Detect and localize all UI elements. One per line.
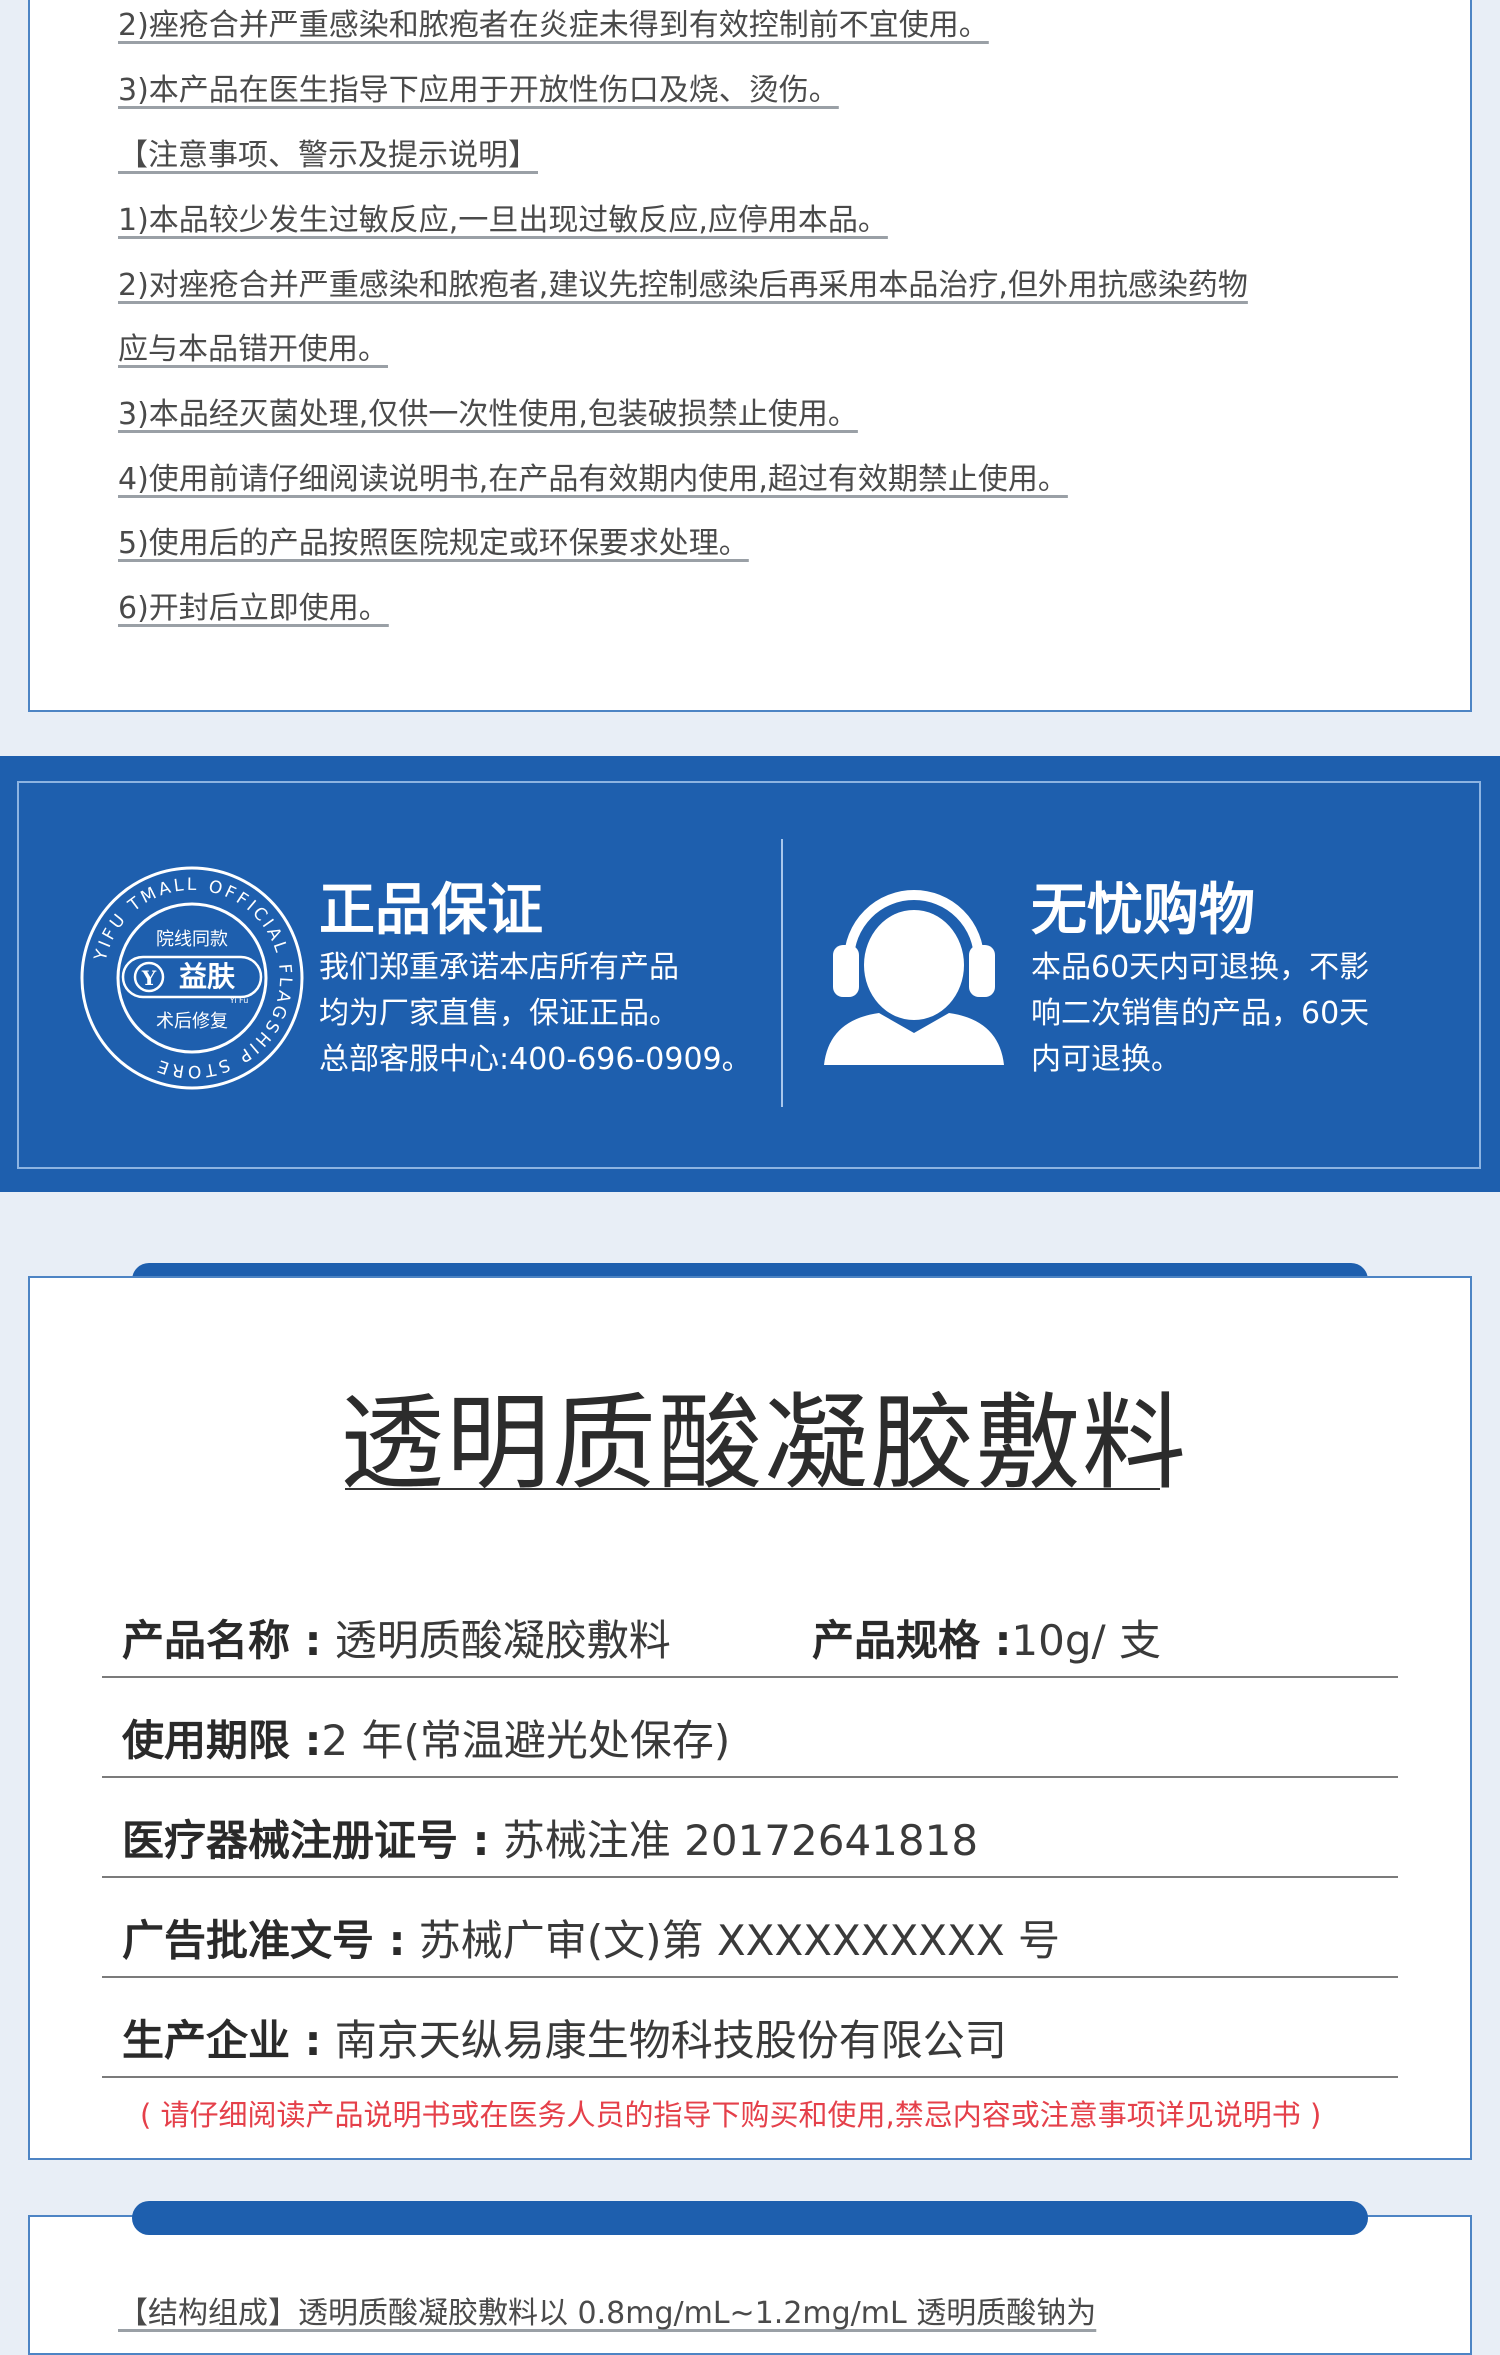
guarantee-title: 正品保证 [319,878,543,943]
spec-value: 苏械广审(文)第 XXXXXXXXXX 号 [405,1916,1060,1965]
spec-row-name: 产品名称 : 透明质酸凝胶敷料 产品规格 :10g/ 支 [102,1598,1398,1678]
product-info-panel: 透明质酸凝胶敷料 产品名称 : 透明质酸凝胶敷料 产品规格 :10g/ 支 使用… [28,1276,1472,2160]
instruction-line: 应与本品错开使用。 [118,332,388,367]
seal-brand-small: Yi Fu [229,996,249,1005]
banner-divider [781,839,783,1107]
instruction-line: 2)痤疮合并严重感染和脓疱者在炎症未得到有效控制前不宜使用。 [118,8,989,43]
seal-top-text: 院线同款 [156,929,228,950]
guarantee-banner: YIFU TMALL OFFICIAL FLAGSHIP STORE 院线同款 … [0,756,1500,1192]
seal-brand: 益肤 [179,960,236,993]
title-underline [345,1488,1160,1490]
spec-label: 使用期限 : [122,1716,322,1765]
carefree-text-line: 响二次销售的产品，60天 [1031,996,1370,1031]
spec-label: 产品规格 : [812,1616,1012,1665]
banner-frame: YIFU TMALL OFFICIAL FLAGSHIP STORE 院线同款 … [17,781,1481,1169]
instruction-heading: 【注意事项、警示及提示说明】 [118,138,538,173]
spec-row-registration: 医疗器械注册证号 : 苏械注准 20172641818 [102,1798,1398,1878]
spec-label: 广告批准文号 : [122,1916,406,1965]
spec-label: 产品名称 : [122,1616,322,1665]
usage-notice: ( 请仔细阅读产品说明书或在医务人员的指导下购买和使用,禁忌内容或注意事项详见说… [140,2098,1322,2132]
flagship-seal-icon: YIFU TMALL OFFICIAL FLAGSHIP STORE 院线同款 … [79,865,305,1091]
spec-row-manufacturer: 生产企业 : 南京天纵易康生物科技股份有限公司 [102,1998,1398,2078]
spec-value: 10g/ 支 [1011,1616,1162,1665]
carefree-text-line: 本品60天内可退换，不影 [1031,950,1370,985]
spec-row-ad-approval: 广告批准文号 : 苏械广审(文)第 XXXXXXXXXX 号 [102,1898,1398,1978]
spec-row-shelf-life: 使用期限 :2 年(常温避光处保存) [102,1698,1398,1778]
svg-text:Y: Y [141,966,157,990]
instructions-panel: 2)痤疮合并严重感染和脓疱者在炎症未得到有效控制前不宜使用。 3)本产品在医生指… [28,0,1472,712]
guarantee-text-line: 总部客服中心:400-696-0909。 [319,1042,752,1077]
structure-panel: 【结构组成】透明质酸凝胶敷料以 0.8mg/mL~1.2mg/mL 透明质酸钠为 [28,2215,1472,2355]
product-title: 透明质酸凝胶敷料 [340,1382,1189,1504]
spec-value: 苏械注准 20172641818 [489,1816,979,1865]
seal-bottom-text: 术后修复 [156,1011,228,1032]
spec-value: 2 年(常温避光处保存) [321,1716,731,1765]
guarantee-text-line: 均为厂家直售，保证正品。 [319,996,679,1031]
instruction-line: 2)对痤疮合并严重感染和脓疱者,建议先控制感染后再采用本品治疗,但外用抗感染药物 [118,268,1248,303]
structure-text: 【结构组成】透明质酸凝胶敷料以 0.8mg/mL~1.2mg/mL 透明质酸钠为 [118,2296,1097,2331]
instruction-line: 1)本品较少发生过敏反应,一旦出现过敏反应,应停用本品。 [118,203,888,238]
instruction-line: 5)使用后的产品按照医院规定或环保要求处理。 [118,526,749,561]
panel-top-bar-2 [132,2201,1368,2235]
spec-label: 医疗器械注册证号 : [122,1816,490,1865]
headset-agent-icon [819,865,1009,1065]
guarantee-text-line: 我们郑重承诺本店所有产品 [319,950,679,985]
instruction-line: 3)本品经灭菌处理,仅供一次性使用,包装破损禁止使用。 [118,397,858,432]
instruction-line: 4)使用前请仔细阅读说明书,在产品有效期内使用,超过有效期禁止使用。 [118,462,1068,497]
instruction-line: 6)开封后立即使用。 [118,591,389,626]
carefree-title: 无忧购物 [1031,878,1255,943]
spec-value: 透明质酸凝胶敷料 [321,1616,671,1665]
carefree-text-line: 内可退换。 [1031,1042,1181,1077]
instruction-line: 3)本产品在医生指导下应用于开放性伤口及烧、烫伤。 [118,73,839,108]
spec-label: 生产企业 : [122,2016,322,2065]
spec-value: 南京天纵易康生物科技股份有限公司 [321,2016,1007,2065]
